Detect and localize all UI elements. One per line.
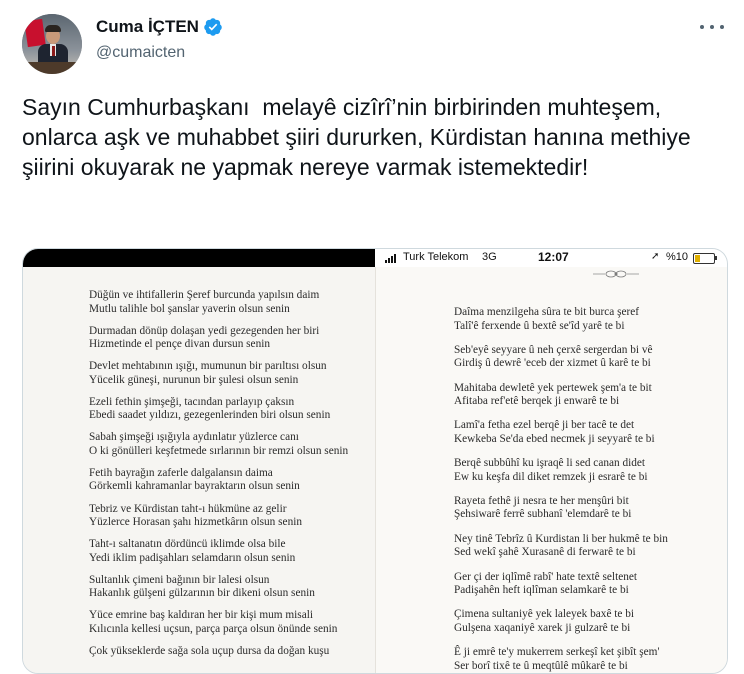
author-handle[interactable]: @cumaicten <box>96 44 185 62</box>
avatar[interactable] <box>22 14 82 74</box>
poem-stanza: Devlet mehtabının ışığı, mumunun bir par… <box>89 360 379 387</box>
poem-line: Durmadan dönüp dolaşan yedi gezegenden h… <box>89 324 320 337</box>
poem-stanza: Çimena sultaniyê yek laleyek baxê te bi G… <box>454 608 724 635</box>
poem-line: Padişahên heft iqlîman selamkarê te bi <box>454 584 629 597</box>
poem-line: Çok yükseklerde sağa sola uçup dursa da … <box>89 644 330 657</box>
poem-line: Rayeta fethê ji nesra te her menşûri bit <box>454 494 629 507</box>
poem-line: Devlet mehtabının ışığı, mumunun bir par… <box>89 360 327 373</box>
tweet-image[interactable]: Turk Telekom 3G 12:07 ➚ %10 Düğün ve iht… <box>22 248 728 674</box>
poem-line: O ki gönülleri keşfetmede sırlarının bir… <box>89 444 349 457</box>
poem-line: Girdiş û dewrê 'eceb der xizmet û karê t… <box>454 357 651 370</box>
poem-line: Yüce emrine baş kaldıran her bir kişi mu… <box>89 609 313 622</box>
poem-line: Kılıcınla kellesi uçsun, parça parça ols… <box>89 622 338 635</box>
verified-badge-icon <box>204 18 222 36</box>
poem-stanza: Fetih bayrağın zaferle dalgalansın daima… <box>89 467 379 494</box>
poem-line: Yüzlerce Horasan şahı hizmetkârın olsun … <box>89 516 303 529</box>
poem-line: Sabah şimşeği ışığıyla aydınlatır yüzler… <box>89 431 299 444</box>
poem-line: Hakanlık gülşeni gülzarının bir dikeni o… <box>89 587 315 600</box>
network-label: 3G <box>482 251 497 263</box>
poem-line: Sultanlık çimeni bağının bir lalesi olsu… <box>89 573 270 586</box>
battery-label: %10 <box>666 251 689 263</box>
kurdish-poem: Daîma menzilgeha sûra te bit burca şeref… <box>454 306 724 673</box>
poem-line: Düğün ve ihtifallerin Şeref burcunda yap… <box>89 289 320 301</box>
author-name-row: Cuma İÇTEN <box>96 16 223 38</box>
poem-line: Yedi iklim padişahları selamdarın olsun … <box>89 551 296 564</box>
poem-line: Sed wekî şahê Xurasanê di ferwarê te bi <box>454 546 636 559</box>
poem-line: Ney tinê Tebrîz û Kurdistan li ber hukmê… <box>454 532 668 545</box>
poem-stanza: Durmadan dönüp dolaşan yedi gezegenden h… <box>89 325 379 352</box>
poem-line: Afitaba ref'etê berqek ji enwarê te bi <box>454 395 620 408</box>
poem-line: Berqê subbûhî ku işraqê li sed canan did… <box>454 457 646 470</box>
poem-stanza: Ney tinê Tebrîz û Kurdistan li ber hukmê… <box>454 533 724 560</box>
poem-line: Hizmetinde el pençe divan dursun senin <box>89 338 271 351</box>
poem-line: Mahitaba dewletê yek pertewek şem'a te b… <box>454 381 652 394</box>
poem-line: Kewkeba Se'da ebed necmek ji seyyarê te … <box>454 432 655 445</box>
battery-icon <box>693 253 715 264</box>
poem-line: Yücelik güneşi, nurunun bir şulesi olsun… <box>89 373 299 386</box>
poem-line: Ê ji emrê te'y mukerrem serkeşî ket şibî… <box>454 646 660 659</box>
poem-line: Mutlu talihle bol şanslar yaverin olsun … <box>89 302 290 315</box>
poem-line: Fetih bayrağın zaferle dalgalansın daima <box>89 466 273 479</box>
poem-line: Ser borî tixê te û meqtûlê mûkarê te bi <box>454 659 628 672</box>
poem-line: Ebedi saadet yıldızı, gezegenlerinden bi… <box>89 409 331 422</box>
tweet-text: Sayın Cumhurbaşkanı melayê cizîrî’nin bi… <box>22 94 698 180</box>
poem-stanza: Ezeli fethin şimşeği, tacından parlayıp … <box>89 396 379 423</box>
ornament-icon <box>593 270 639 278</box>
poem-line: Ew ku keşfa dil diket remzek ji esrarê t… <box>454 470 648 483</box>
turkish-poem: Düğün ve ihtifallerin Şeref burcunda yap… <box>89 289 379 667</box>
poem-stanza: Ê ji emrê te'y mukerrem serkeşî ket şibî… <box>454 646 724 673</box>
poem-line: Gulşena xaqaniyê xarek ji gulzarê te bi <box>454 621 631 634</box>
poem-line: Ger çi der iqlîmê rabî' hate textê selte… <box>454 570 638 583</box>
poem-line: Şehsiwarê ferrê subhanî 'elemdarê te bi <box>454 508 632 521</box>
carrier-label: Turk Telekom <box>403 251 469 263</box>
poem-line: Tebriz ve Kürdistan taht-ı hükmüne az ge… <box>89 502 287 515</box>
poem-stanza: Lamî'a fetha ezel berqê ji ber tacê te d… <box>454 419 724 446</box>
poem-stanza: Taht-ı saltanatın dördüncü iklimde olsa … <box>89 538 379 565</box>
poem-stanza: Seb'eyê seyyare û neh çerxê sergerdan bi… <box>454 344 724 371</box>
poem-line: Lamî'a fetha ezel berqê ji ber tacê te d… <box>454 419 635 432</box>
poem-stanza: Ger çi der iqlîmê rabî' hate textê selte… <box>454 571 724 598</box>
poem-stanza: Yüce emrine baş kaldıran her bir kişi mu… <box>89 609 379 636</box>
poem-stanza: Tebriz ve Kürdistan taht-ı hükmüne az ge… <box>89 503 379 530</box>
poem-stanza: Rayeta fethê ji nesra te her menşûri bit… <box>454 495 724 522</box>
signal-icon <box>385 253 396 263</box>
poem-stanza: Düğün ve ihtifallerin Şeref burcunda yap… <box>89 289 379 316</box>
poem-stanza: Daîma menzilgeha sûra te bit burca şeref… <box>454 306 724 333</box>
poem-stanza: Mahitaba dewletê yek pertewek şem'a te b… <box>454 382 724 409</box>
display-name[interactable]: Cuma İÇTEN <box>96 17 199 37</box>
poem-line: Daîma menzilgeha sûra te bit burca şeref <box>454 306 640 318</box>
poem-line: Çimena sultaniyê yek laleyek baxê te bi <box>454 608 635 621</box>
poem-stanza: Çok yükseklerde sağa sola uçup dursa da … <box>89 645 379 659</box>
poem-line: Görkemli kahramanlar bayraktarın olsun s… <box>89 480 300 493</box>
more-options-icon[interactable] <box>700 20 724 34</box>
poem-line: Taht-ı saltanatın dördüncü iklimde olsa … <box>89 538 286 551</box>
poem-stanza: Sabah şimşeği ışığıyla aydınlatır yüzler… <box>89 431 379 458</box>
phone-status-bar: Turk Telekom 3G 12:07 ➚ %10 <box>23 249 727 267</box>
poem-stanza: Sultanlık çimeni bağının bir lalesi olsu… <box>89 574 379 601</box>
poem-line: Talî'ê ferxende û bextê se'îd yarê te bi <box>454 319 625 332</box>
poem-line: Seb'eyê seyyare û neh çerxê sergerdan bi… <box>454 343 653 356</box>
tweet-header: Cuma İÇTEN @cumaicten <box>22 14 724 74</box>
poem-line: Ezeli fethin şimşeği, tacından parlayıp … <box>89 395 295 408</box>
location-arrow-icon: ➚ <box>651 251 660 262</box>
status-time: 12:07 <box>538 250 569 264</box>
poem-stanza: Berqê subbûhî ku işraqê li sed canan did… <box>454 457 724 484</box>
